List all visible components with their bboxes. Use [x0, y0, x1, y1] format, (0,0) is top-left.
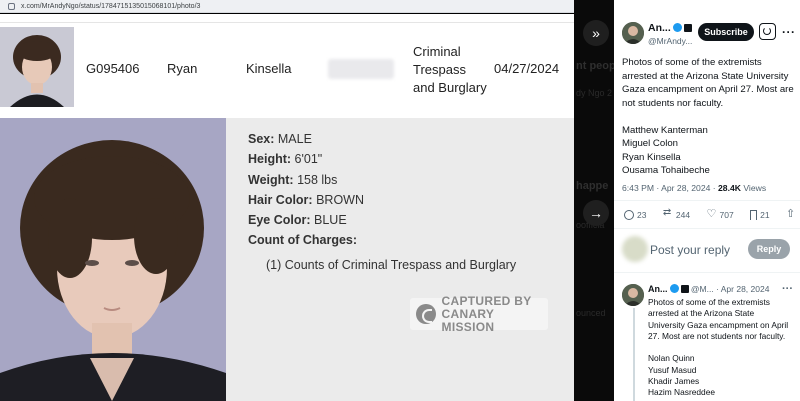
- thread-post-header[interactable]: An... @M... · Apr 28, 2024: [648, 284, 769, 294]
- arrest-date: 04/27/2024: [494, 61, 560, 76]
- charge-line-3: and Burglary: [413, 80, 487, 95]
- url-text[interactable]: x.com/MrAndyNgo/status/17847151350150681…: [21, 3, 200, 10]
- divider: [614, 200, 800, 201]
- reply-button[interactable]: Reply: [748, 239, 790, 259]
- charge-line-2: Trespass: [413, 62, 466, 77]
- affiliate-badge-icon: [680, 285, 689, 293]
- bookmark-action[interactable]: 21: [750, 210, 770, 220]
- double-chevron-right-icon: »: [592, 25, 600, 41]
- charge-line-1: Criminal: [413, 44, 461, 59]
- post-name-2: Miguel Colon: [622, 138, 678, 149]
- first-name: Ryan: [167, 61, 198, 76]
- mugshot-photo: [0, 118, 226, 401]
- post-paragraph: Photos of some of the extremists arreste…: [622, 57, 794, 109]
- share-action[interactable]: [786, 207, 796, 220]
- canary-logo-icon: [416, 304, 436, 324]
- views-label: Views: [743, 183, 767, 193]
- height-row: Height: 6'01": [248, 152, 323, 167]
- thread-name-2: Yusuf Masud: [648, 364, 697, 375]
- detail-panel: Sex: MALE Height: 6'01" Weight: 158 lbs …: [0, 118, 574, 401]
- thread-name-1: Nolan Quinn: [648, 353, 695, 364]
- mugshot-thumbnail: [0, 27, 74, 107]
- author-avatar[interactable]: [622, 22, 644, 44]
- sex-value: MALE: [277, 132, 312, 146]
- sex-row: Sex: MALE: [248, 132, 312, 146]
- share-icon: [786, 207, 796, 220]
- charge-cell: Criminal Trespass and Burglary: [413, 43, 493, 97]
- arrow-right-icon: →: [589, 205, 603, 221]
- collapse-panel-button[interactable]: »: [583, 20, 609, 46]
- verified-badge-icon: [672, 23, 682, 32]
- author-name[interactable]: An...: [648, 22, 692, 34]
- post-name-1: Matthew Kanterman: [622, 124, 708, 136]
- record-row: G095406 Ryan Kinsella Criminal Trespass …: [0, 22, 574, 122]
- weight-value: 158 lbs: [297, 172, 338, 187]
- user-avatar: [622, 236, 648, 262]
- watermark-line-1: CAPTURED BY: [441, 293, 532, 308]
- affiliate-badge-icon: [683, 24, 692, 32]
- eye-row: Eye Color: BLUE: [248, 213, 347, 228]
- thread-line: [633, 308, 635, 401]
- charges-row: Count of Charges:: [248, 233, 358, 248]
- watermark: CAPTURED BY CANARY MISSION: [410, 294, 548, 333]
- action-bar: 23 244 707 21: [624, 207, 796, 220]
- thread-name-3: Khadir James: [648, 376, 700, 387]
- post-time[interactable]: 6:43 PM · Apr 28, 2024 ·: [622, 183, 716, 193]
- charges-value: (1) Counts of Criminal Trespass and Burg…: [266, 257, 517, 272]
- post-text: Photos of some of the extremists arreste…: [622, 56, 794, 178]
- grok-icon[interactable]: [759, 23, 776, 40]
- address-bar[interactable]: x.com/MrAndyNgo/status/17847151350150681…: [0, 0, 574, 13]
- thread-post-text: Photos of some of the extremists arreste…: [648, 297, 792, 399]
- post-name-4: Ousama Tohaibeche: [622, 165, 710, 176]
- detail-list: Sex: MALE Height: 6'01" Weight: 158 lbs …: [248, 132, 516, 272]
- lock-icon: [8, 2, 15, 10]
- last-name: Kinsella: [246, 61, 292, 76]
- height-value: 6'01": [294, 152, 323, 167]
- thread-author-name: An...: [648, 284, 668, 294]
- author-handle[interactable]: @MrAndy...: [648, 36, 692, 46]
- subscribe-button[interactable]: Subscribe: [698, 23, 754, 41]
- more-options-icon[interactable]: ···: [782, 283, 793, 295]
- views-count: 28.4K: [718, 183, 741, 193]
- reply-icon: [624, 210, 634, 220]
- weight-row: Weight: 158 lbs: [248, 172, 338, 187]
- heart-icon: [707, 207, 717, 220]
- post-name-3: Ryan Kinsella: [622, 151, 681, 163]
- thread-name-4: Hazim Nasreddee: [648, 387, 716, 398]
- reply-input[interactable]: Post your reply: [650, 243, 730, 257]
- more-options-icon[interactable]: ···: [782, 25, 796, 39]
- divider: [614, 228, 800, 229]
- repost-icon: [663, 207, 673, 220]
- thread-handle-time: @M... · Apr 28, 2024: [690, 284, 770, 294]
- thread-paragraph: Photos of some of the extremists arreste…: [648, 297, 789, 341]
- post-meta: 6:43 PM · Apr 28, 2024 · 28.4K Views: [622, 183, 766, 193]
- booking-id: G095406: [86, 61, 140, 76]
- reply-action[interactable]: 23: [624, 210, 646, 220]
- divider: [614, 272, 800, 273]
- eye-value: BLUE: [314, 213, 347, 228]
- redacted-field: [328, 59, 394, 79]
- next-photo-button[interactable]: →: [583, 200, 609, 226]
- hair-row: Hair Color: BROWN: [248, 192, 364, 207]
- bookmark-icon: [750, 210, 758, 220]
- record-image: G095406 Ryan Kinsella Criminal Trespass …: [0, 14, 574, 401]
- thread-author-avatar[interactable]: [622, 284, 644, 306]
- like-action[interactable]: 707: [707, 207, 734, 220]
- repost-action[interactable]: 244: [663, 207, 690, 220]
- watermark-line-2: CANARY MISSION: [441, 306, 495, 334]
- verified-badge-icon: [669, 284, 679, 293]
- hair-value: BROWN: [316, 192, 364, 207]
- screen: x.com/MrAndyNgo/status/17847151350150681…: [0, 0, 800, 401]
- post-panel: An... @MrAndy... Subscribe ··· Photos of…: [614, 0, 800, 401]
